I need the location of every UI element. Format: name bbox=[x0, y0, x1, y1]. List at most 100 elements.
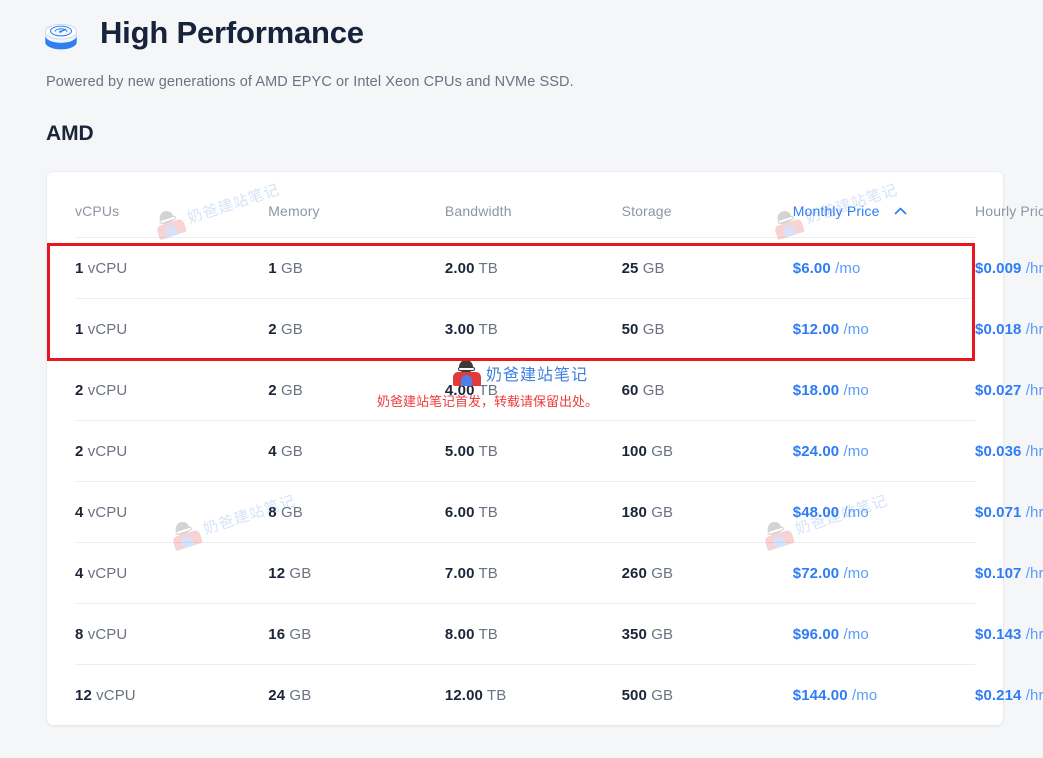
cell-hourly-price-unit: /hr bbox=[1025, 565, 1043, 582]
cell-hourly-price-unit: /hr bbox=[1025, 321, 1043, 338]
cell-memory-unit: GB bbox=[280, 260, 303, 277]
cell-vcpu: 12 vCPU bbox=[75, 664, 269, 725]
table-row[interactable]: 1 vCPU 2 GB 3.00 TB 50 GB $12.00 /mo $0.018 /… bbox=[75, 298, 1043, 360]
cell-storage: 50 GB bbox=[621, 298, 793, 360]
cell-vcpu-unit: vCPU bbox=[87, 626, 128, 643]
cell-bandwidth-unit: TB bbox=[478, 565, 498, 582]
cell-vcpu-unit: vCPU bbox=[87, 443, 128, 460]
table-row[interactable]: 2 vCPU 4 GB 5.00 TB 100 GB $24.00 /mo $0.036 … bbox=[75, 420, 1043, 482]
cell-storage: 60 GB bbox=[621, 359, 793, 421]
cell-monthly-price-unit: /mo bbox=[835, 260, 861, 277]
cell-storage-unit: GB bbox=[642, 382, 665, 399]
cell-monthly-price-unit: /mo bbox=[843, 382, 869, 399]
chevron-up-icon bbox=[894, 202, 907, 218]
cell-monthly-price: $72.00 /mo bbox=[792, 542, 975, 604]
cell-memory: 2 GB bbox=[268, 298, 445, 360]
cell-bandwidth: 12.00 TB bbox=[444, 664, 622, 725]
cell-vcpu: 4 vCPU bbox=[75, 542, 269, 604]
cell-storage: 350 GB bbox=[621, 603, 793, 665]
table-row[interactable]: 2 vCPU 2 GB 4.00 TB 60 GB $18.00 /mo $0.027 /… bbox=[75, 359, 1043, 421]
cell-bandwidth-value: 4.00 bbox=[444, 382, 475, 399]
cell-vcpu: 8 vCPU bbox=[75, 603, 269, 665]
cell-hourly-price-value: $0.009 bbox=[975, 260, 1022, 277]
cell-storage-value: 500 bbox=[621, 687, 647, 704]
table-row[interactable]: 4 vCPU 12 GB 7.00 TB 260 GB $72.00 /mo $0.107… bbox=[75, 542, 1043, 604]
cell-memory: 4 GB bbox=[268, 420, 445, 482]
cell-vcpu-value: 1 bbox=[75, 260, 84, 277]
cell-monthly-price: $96.00 /mo bbox=[792, 603, 975, 665]
cell-hourly-price-unit: /hr bbox=[1025, 260, 1043, 277]
cell-memory-value: 4 bbox=[268, 443, 277, 460]
cell-storage-unit: GB bbox=[651, 626, 674, 643]
cell-vcpu-value: 2 bbox=[75, 382, 84, 399]
cell-monthly-price-value: $72.00 bbox=[792, 565, 840, 582]
cell-vcpu: 4 vCPU bbox=[75, 481, 269, 543]
cell-memory-value: 16 bbox=[268, 626, 286, 643]
cell-hourly-price-unit: /hr bbox=[1025, 626, 1043, 643]
cell-vcpu-value: 2 bbox=[75, 443, 84, 460]
cell-bandwidth: 4.00 TB bbox=[444, 359, 622, 421]
cell-storage-value: 100 bbox=[621, 443, 647, 460]
cell-bandwidth-value: 5.00 bbox=[444, 443, 475, 460]
cell-vcpu-value: 4 bbox=[75, 504, 84, 521]
table-row[interactable]: 8 vCPU 16 GB 8.00 TB 350 GB $96.00 /mo $0.143… bbox=[75, 603, 1043, 665]
section-title-amd: AMD bbox=[46, 122, 94, 145]
cell-memory-value: 24 bbox=[268, 687, 286, 704]
cell-hourly-price-value: $0.036 bbox=[975, 443, 1022, 460]
cell-storage-value: 350 bbox=[621, 626, 647, 643]
column-header-memory[interactable]: Memory bbox=[268, 172, 445, 238]
column-header-storage[interactable]: Storage bbox=[622, 172, 793, 238]
cell-vcpu-unit: vCPU bbox=[87, 565, 128, 582]
cell-vcpu-value: 8 bbox=[75, 626, 84, 643]
cell-monthly-price: $6.00 /mo bbox=[792, 237, 975, 299]
cell-hourly-price-value: $0.018 bbox=[975, 321, 1022, 338]
cell-bandwidth-unit: TB bbox=[478, 321, 498, 338]
cell-hourly-price-unit: /hr bbox=[1025, 382, 1043, 399]
cell-memory-value: 12 bbox=[268, 565, 286, 582]
table-row[interactable]: 1 vCPU 1 GB 2.00 TB 25 GB $6.00 /mo $0.009 /h… bbox=[75, 237, 1043, 299]
cell-memory-value: 1 bbox=[268, 260, 277, 277]
cell-bandwidth-value: 7.00 bbox=[444, 565, 475, 582]
column-header-monthly-price[interactable]: Monthly Price bbox=[793, 172, 975, 238]
page-title: High Performance bbox=[100, 14, 364, 50]
cell-storage-unit: GB bbox=[651, 565, 674, 582]
cell-bandwidth-unit: TB bbox=[478, 382, 498, 399]
pricing-table: vCPUs Memory Bandwidth Storage Monthly P… bbox=[75, 172, 1043, 725]
cell-bandwidth-value: 2.00 bbox=[444, 260, 475, 277]
cell-storage-value: 180 bbox=[621, 504, 647, 521]
cell-hourly-price-unit: /hr bbox=[1025, 443, 1043, 460]
cell-vcpu-value: 4 bbox=[75, 565, 84, 582]
cell-memory-unit: GB bbox=[280, 443, 303, 460]
cell-vcpu: 1 vCPU bbox=[75, 237, 269, 299]
column-header-vcpus[interactable]: vCPUs bbox=[75, 172, 268, 238]
cell-hourly-price-value: $0.071 bbox=[975, 504, 1022, 521]
page-header: High Performance bbox=[0, 0, 1043, 54]
cell-memory: 8 GB bbox=[268, 481, 445, 543]
cell-bandwidth-unit: TB bbox=[478, 504, 498, 521]
cell-monthly-price-unit: /mo bbox=[843, 626, 869, 643]
cell-memory-unit: GB bbox=[280, 382, 303, 399]
table-header-row: vCPUs Memory Bandwidth Storage Monthly P… bbox=[75, 172, 1043, 238]
cell-bandwidth: 2.00 TB bbox=[444, 237, 622, 299]
cell-monthly-price: $48.00 /mo bbox=[792, 481, 975, 543]
pricing-card: vCPUs Memory Bandwidth Storage Monthly P… bbox=[47, 172, 1043, 725]
cell-monthly-price-value: $12.00 bbox=[792, 321, 840, 338]
cell-bandwidth: 5.00 TB bbox=[444, 420, 622, 482]
cell-bandwidth-value: 6.00 bbox=[444, 504, 475, 521]
cell-storage: 25 GB bbox=[621, 237, 793, 299]
cell-storage-value: 260 bbox=[621, 565, 647, 582]
cell-monthly-price: $24.00 /mo bbox=[792, 420, 975, 482]
cell-memory: 24 GB bbox=[268, 664, 445, 725]
pricing-table-body: 1 vCPU 1 GB 2.00 TB 25 GB $6.00 /mo $0.009 /h… bbox=[75, 237, 1043, 725]
cell-bandwidth: 3.00 TB bbox=[444, 298, 622, 360]
cell-bandwidth-unit: TB bbox=[478, 443, 498, 460]
cell-monthly-price-unit: /mo bbox=[843, 443, 869, 460]
cell-memory: 1 GB bbox=[268, 237, 445, 299]
table-row[interactable]: 12 vCPU 24 GB 12.00 TB 500 GB $144.00 /mo $0.… bbox=[75, 664, 1043, 725]
cell-hourly-price-value: $0.027 bbox=[975, 382, 1022, 399]
table-row[interactable]: 4 vCPU 8 GB 6.00 TB 180 GB $48.00 /mo $0.071 … bbox=[75, 481, 1043, 543]
cell-monthly-price-unit: /mo bbox=[851, 687, 878, 704]
cell-bandwidth-unit: TB bbox=[478, 260, 498, 277]
column-header-bandwidth[interactable]: Bandwidth bbox=[445, 172, 622, 238]
cell-hourly-price-value: $0.214 bbox=[975, 687, 1022, 704]
